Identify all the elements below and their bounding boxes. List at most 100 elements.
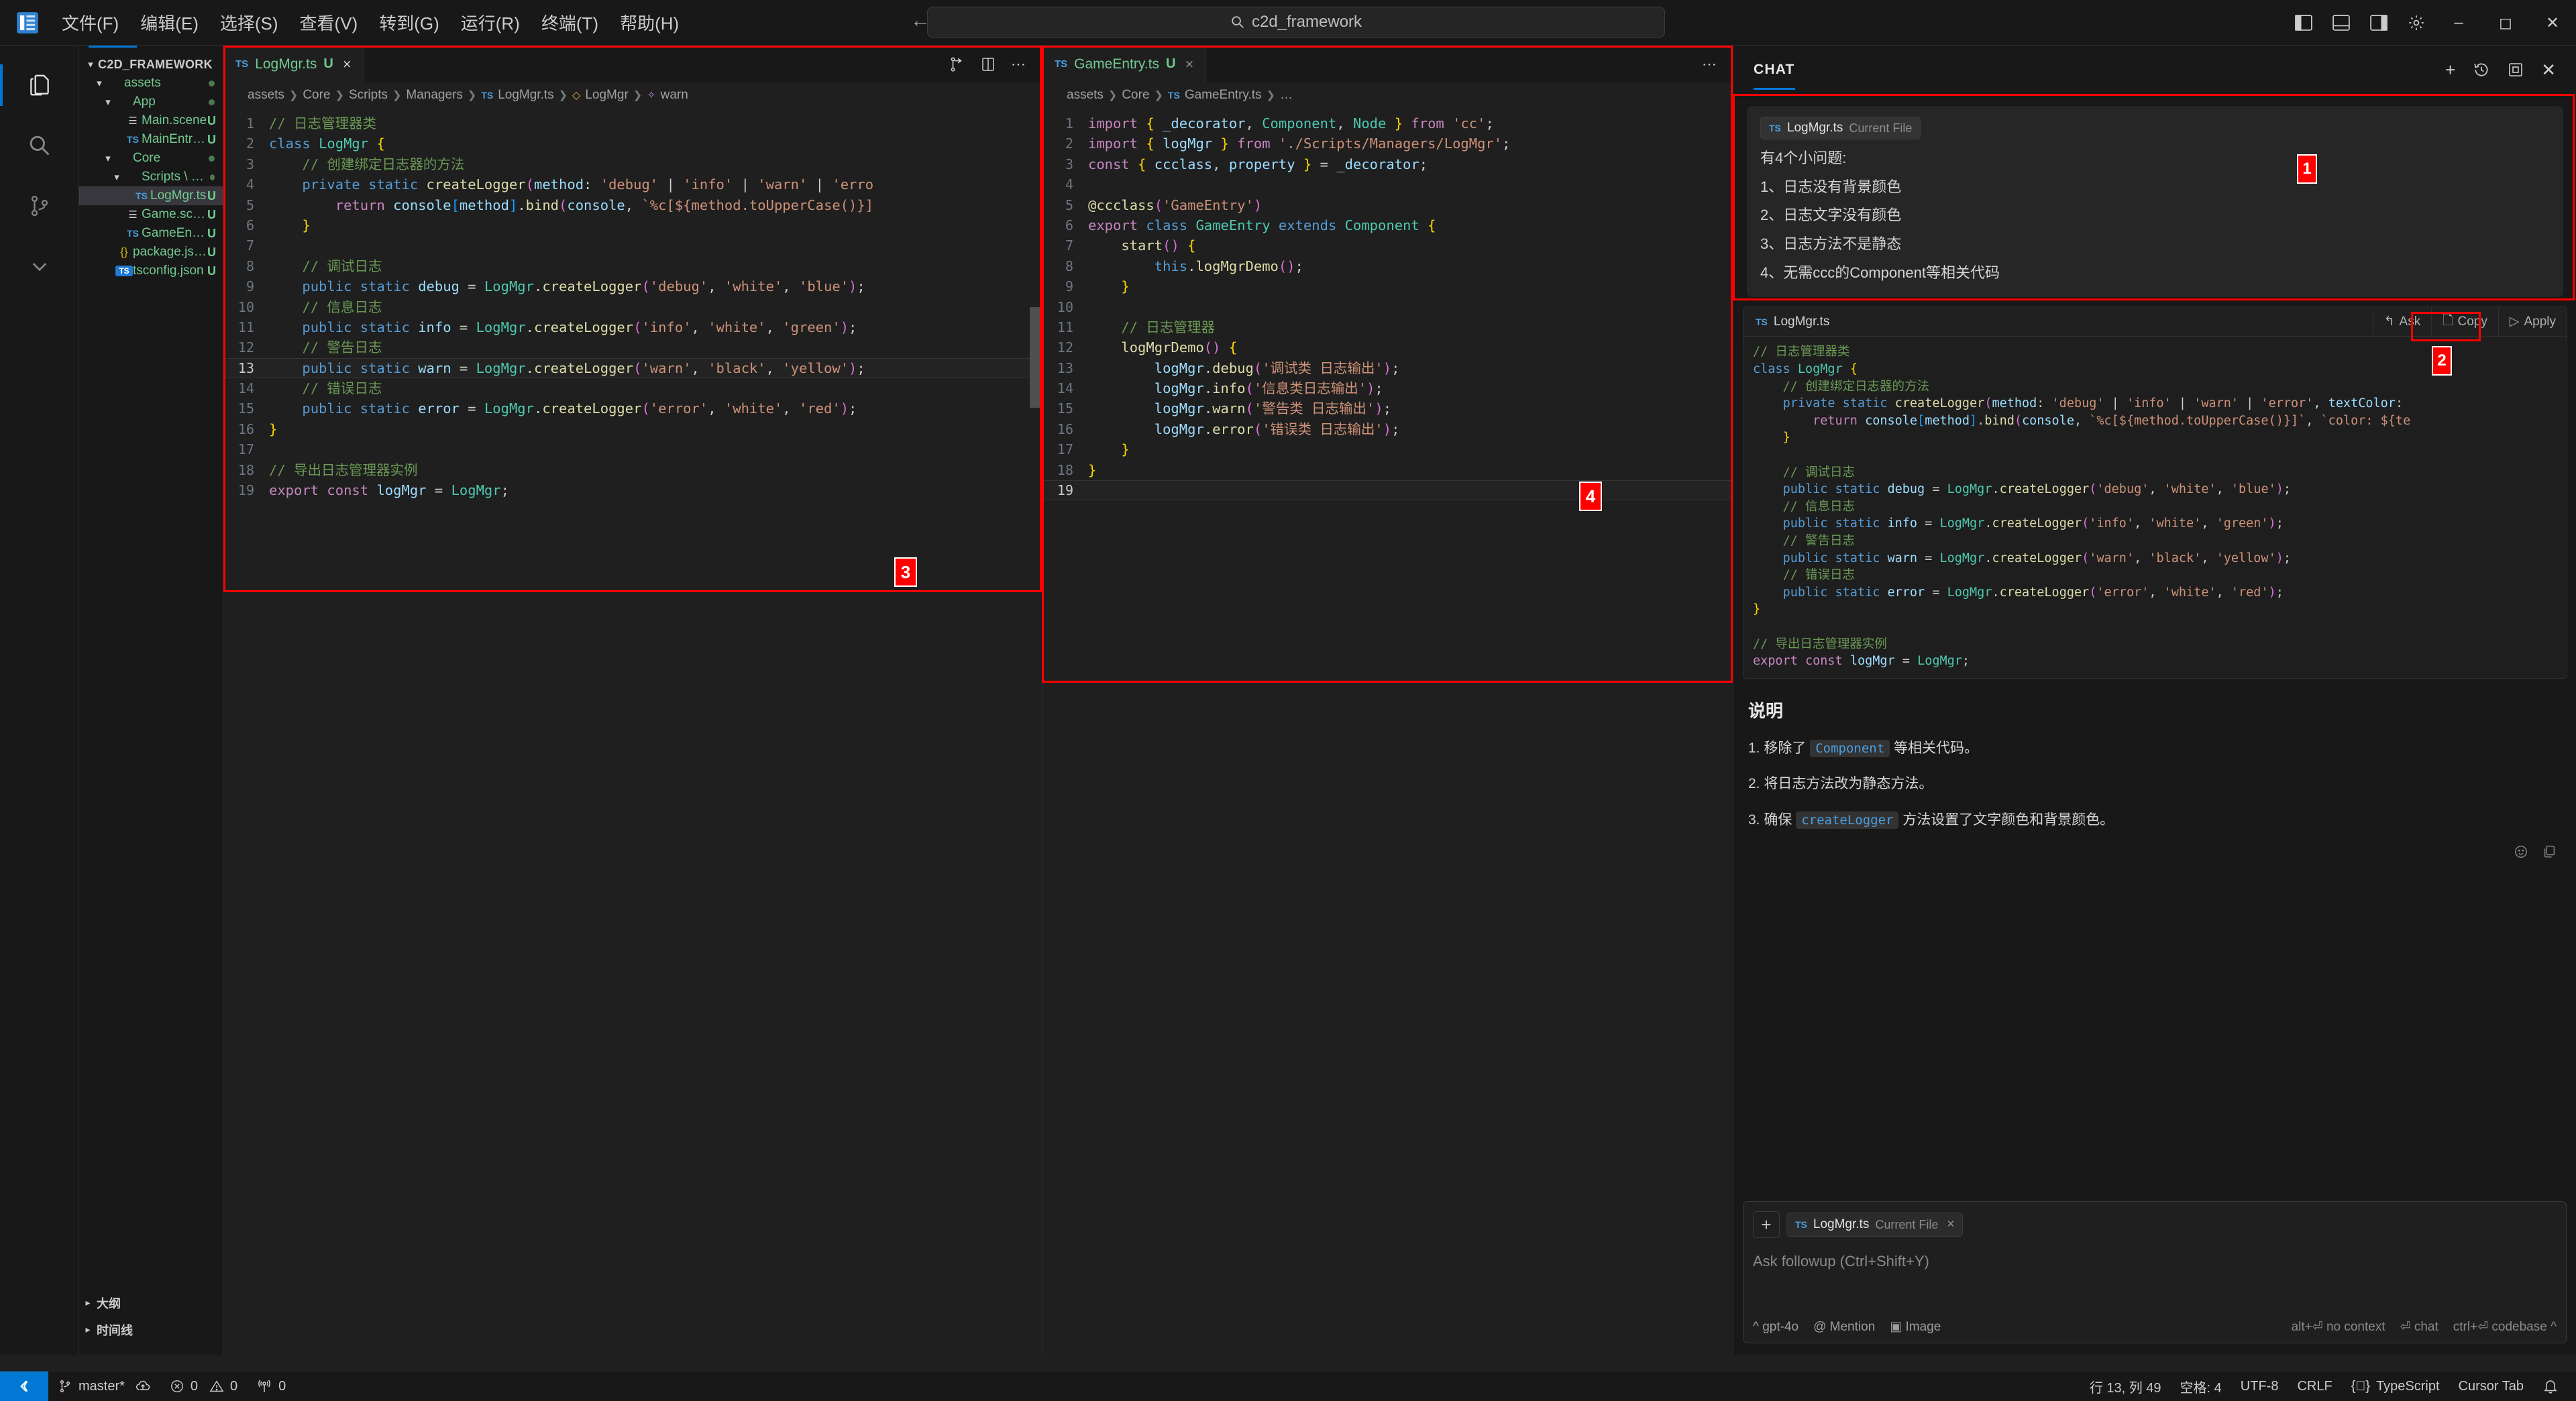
tree-item-package.json[interactable]: {} package.json U [79, 243, 223, 262]
history-icon[interactable] [2473, 61, 2490, 78]
menu-select[interactable]: 选择(S) [211, 6, 288, 39]
window-maximize-button[interactable]: ◻ [2482, 0, 2529, 46]
breadcrumb-item-2[interactable]: Scripts [349, 88, 388, 103]
chat-input-box[interactable]: + TS LogMgr.ts Current File × Ask follow… [1743, 1201, 2567, 1343]
tree-item-logmgr.ts[interactable]: TS LogMgr.ts U [79, 186, 223, 205]
tab-close-icon[interactable]: × [1185, 56, 1193, 73]
breadcrumb-item-0[interactable]: assets [1067, 88, 1104, 103]
settings-gear-icon[interactable] [2398, 0, 2435, 46]
code-block-copy-button[interactable]: 🗋 Copy [2431, 307, 2498, 337]
tab-gameentry-ts[interactable]: TS GameEntry.ts U × [1042, 46, 1207, 82]
status-language-mode[interactable]: {⃟} TypeScript [2342, 1371, 2449, 1401]
status-git-branch[interactable]: master* [48, 1371, 160, 1401]
breadcrumb-item-1[interactable]: Core [1122, 88, 1149, 103]
code-line: 7 start() { [1042, 235, 1733, 256]
tree-item-assets[interactable]: ▾ assets [79, 74, 223, 93]
tree-item-tsconfig.json[interactable]: TS tsconfig.json U [79, 262, 223, 280]
editor1-code-area[interactable]: 1 // 日志管理器类 2 class LogMgr {3 // 创建绑定日志器的方法… [223, 108, 1042, 500]
code-line: 8 this.logMgrDemo(); [1042, 256, 1733, 276]
chat-followup-input[interactable]: Ask followup (Ctrl+Shift+Y) [1753, 1253, 2557, 1270]
status-cursor-tab[interactable]: Cursor Tab [2449, 1371, 2533, 1401]
sidebar-section-outline[interactable]: ▸ 大纲 [79, 1292, 223, 1314]
code-block-ask-button[interactable]: ↰ Ask [2372, 307, 2432, 337]
thumbs-up-icon[interactable] [2514, 844, 2528, 859]
menu-edit[interactable]: 编辑(E) [131, 6, 208, 39]
line-number: 1 [1065, 115, 1073, 131]
activity-search-icon[interactable] [0, 115, 79, 176]
tree-item-mainentry.ts[interactable]: TS MainEntry.ts U [79, 130, 223, 149]
copy-icon[interactable] [2542, 844, 2557, 859]
breadcrumb-item-3[interactable]: … [1280, 88, 1293, 103]
chevron-down-icon[interactable]: ▾ [109, 171, 124, 183]
breadcrumb-item-0[interactable]: assets [248, 88, 284, 103]
tree-item-core[interactable]: ▾ Core [79, 149, 223, 168]
sidebar-section-timeline[interactable]: ▸ 时间线 [79, 1319, 223, 1341]
breadcrumb-item-5[interactable]: LogMgr [585, 88, 628, 103]
chat-input-file-suffix: Current File [1875, 1217, 1939, 1231]
image-button[interactable]: ▣ Image [1890, 1319, 1941, 1335]
toggle-panel-icon[interactable] [2322, 0, 2360, 46]
chat-message-list[interactable]: TS LogMgr.ts Current File 有4个小问题: 1、日志没有… [1733, 94, 2576, 1188]
remote-indicator-icon[interactable] [0, 1371, 48, 1401]
command-center-search[interactable]: c2d_framework [927, 7, 1665, 38]
more-actions-icon[interactable]: ⋯ [1702, 56, 1717, 73]
add-context-button[interactable]: + [1753, 1211, 1780, 1238]
activity-explorer-icon[interactable] [0, 55, 79, 115]
tree-root-row[interactable]: ▾ C2D_FRAMEWORK [79, 55, 223, 74]
status-eol[interactable]: CRLF [2288, 1371, 2341, 1401]
menu-file[interactable]: 文件(F) [52, 6, 128, 39]
code-block-apply-button[interactable]: ▷ Apply [2498, 307, 2567, 337]
chip-close-icon[interactable]: × [1947, 1217, 1954, 1232]
context-file-chip[interactable]: TS LogMgr.ts Current File [1760, 117, 1921, 139]
folder-modified-dot [209, 155, 215, 162]
cloud-upload-icon[interactable] [135, 1379, 151, 1394]
status-encoding[interactable]: UTF-8 [2231, 1371, 2288, 1401]
menu-help[interactable]: 帮助(H) [610, 6, 688, 39]
model-selector[interactable]: ^ gpt-4o [1753, 1320, 1799, 1335]
chevron-down-icon[interactable]: ▾ [92, 77, 107, 89]
breadcrumb-item-6[interactable]: warn [661, 88, 688, 103]
window-minimize-button[interactable]: – [2435, 0, 2482, 46]
split-editor-icon[interactable] [948, 56, 965, 73]
editor2-code-area[interactable]: 1 import { _decorator, Component, Node } … [1042, 108, 1733, 501]
activity-more-icon[interactable] [0, 236, 79, 296]
menu-view[interactable]: 查看(V) [290, 6, 368, 39]
code-block-content: // 日志管理器类 class LogMgr { // 创建绑定日志器的方法 pr… [1743, 337, 2567, 677]
breadcrumb-item-1[interactable]: Core [303, 88, 330, 103]
toggle-secondary-sidebar-icon[interactable] [2360, 0, 2398, 46]
mention-button[interactable]: @ Mention [1813, 1320, 1875, 1335]
toggle-primary-sidebar-icon[interactable] [2285, 0, 2322, 46]
tree-item-game.scene[interactable]: ☰ Game.scene U [79, 205, 223, 224]
tree-item-app[interactable]: ▾ App [79, 93, 223, 111]
chat-input-file-chip[interactable]: TS LogMgr.ts Current File × [1786, 1213, 1964, 1237]
activity-source-control-icon[interactable] [0, 176, 79, 236]
chevron-down-icon[interactable]: ▾ [101, 96, 115, 108]
line-number: 11 [1057, 319, 1073, 335]
breadcrumb-item-4[interactable]: LogMgr.ts [498, 88, 553, 103]
menu-run[interactable]: 运行(R) [451, 6, 529, 39]
tab-logmgr-ts[interactable]: TS LogMgr.ts U × [223, 46, 364, 82]
tree-item-gameentry.ts[interactable]: TSGameEntry.tsU [79, 224, 223, 243]
tab-close-icon[interactable]: × [343, 56, 352, 73]
status-indentation[interactable]: 空格: 4 [2171, 1371, 2231, 1401]
status-problems[interactable]: 0 0 [160, 1371, 247, 1401]
user-message-line-2: 2、日志文字没有颜色 [1760, 207, 1902, 224]
breadcrumb-item-2[interactable]: GameEntry.ts [1185, 88, 1262, 103]
tree-item-scriptsman[interactable]: ▾ Scripts \ Man… [79, 168, 223, 186]
window-close-button[interactable]: ✕ [2529, 0, 2576, 46]
menu-terminal[interactable]: 终端(T) [532, 6, 608, 39]
code-line: 6 } [223, 215, 1042, 235]
status-ports[interactable]: 0 [247, 1371, 295, 1401]
more-actions-icon[interactable]: ⋯ [1011, 56, 1026, 73]
close-icon[interactable]: ✕ [2541, 60, 2556, 80]
editor1-scrollbar-thumb[interactable] [1030, 307, 1040, 408]
breadcrumb-item-3[interactable]: Managers [406, 88, 463, 103]
split-editor-right-icon[interactable] [980, 56, 996, 72]
status-cursor-position[interactable]: 行 13, 列 49 [2080, 1371, 2171, 1401]
new-chat-icon[interactable]: + [2445, 60, 2455, 80]
tree-item-main.scene[interactable]: ☰ Main.scene U [79, 111, 223, 130]
bell-icon[interactable] [2533, 1371, 2576, 1401]
chevron-down-icon[interactable]: ▾ [101, 152, 115, 164]
menu-goto[interactable]: 转到(G) [370, 6, 449, 39]
maximize-panel-icon[interactable] [2508, 62, 2524, 78]
